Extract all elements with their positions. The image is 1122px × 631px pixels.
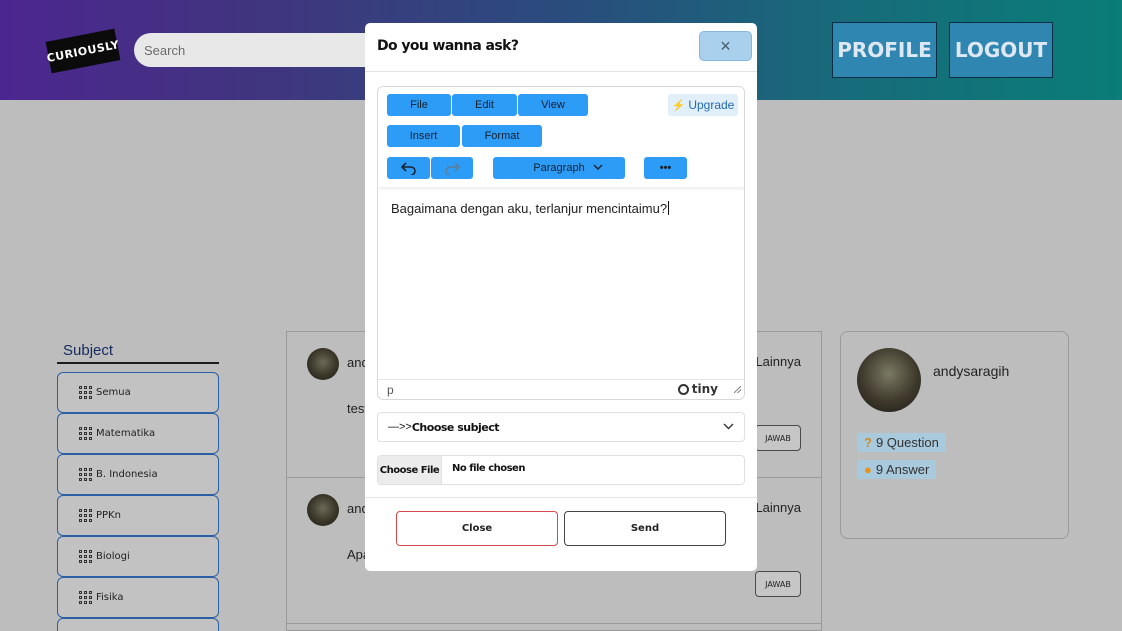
redo-icon [445, 162, 460, 175]
element-path[interactable]: p [387, 383, 394, 397]
file-status: No file chosen [452, 463, 525, 474]
undo-icon [400, 162, 416, 175]
speech-bubble-icon: ● [864, 462, 872, 477]
sidebar-item-label: Semua [96, 387, 131, 398]
sidebar-item-label: Biologi [96, 551, 130, 562]
answer-button[interactable]: JAWAB [755, 425, 801, 451]
upgrade-button[interactable]: ⚡ Upgrade [668, 94, 738, 116]
close-button[interactable]: Close [396, 511, 558, 546]
editor-statusbar: p tiny [378, 379, 744, 399]
ask-question-modal: Do you wanna ask? × File Edit View ⚡ Upg… [365, 23, 757, 571]
sidebar-item-label: Matematika [96, 428, 156, 439]
grid-icon [79, 591, 92, 604]
subject-select[interactable]: —>> Choose subject [377, 412, 745, 442]
answer-count: 9 Answer [875, 462, 930, 477]
tiny-brand-link[interactable]: tiny [677, 382, 718, 396]
question-category: Lainnya [755, 354, 801, 369]
answer-button[interactable]: JAWAB [755, 571, 801, 597]
profile-button[interactable]: PROFILE [832, 22, 937, 78]
sidebar-item-ppkn[interactable]: PPKn [57, 495, 219, 536]
subject-select-value: Choose subject [411, 420, 500, 434]
question-icon: ? [864, 435, 872, 450]
sidebar-item-biologi[interactable]: Biologi [57, 536, 219, 577]
block-format-select[interactable]: Paragraph [493, 157, 625, 179]
send-button[interactable]: Send [564, 511, 726, 546]
menu-file[interactable]: File [387, 94, 451, 116]
grid-icon [79, 386, 92, 399]
sidebar-item-label: Fisika [96, 592, 124, 603]
resize-handle-icon[interactable] [734, 386, 741, 393]
editor-content[interactable]: Bagaimana dengan aku, terlanjur mencinta… [391, 201, 670, 216]
chevron-down-icon [723, 423, 734, 430]
logout-button[interactable]: LOGOUT [949, 22, 1053, 78]
upgrade-label: Upgrade [688, 98, 735, 112]
grid-icon [79, 550, 92, 563]
avatar[interactable] [307, 348, 339, 380]
close-icon[interactable]: × [699, 31, 752, 61]
menu-edit[interactable]: Edit [452, 94, 517, 116]
subject-title: Subject [63, 342, 114, 359]
block-format-value: Paragraph [533, 162, 585, 174]
modal-title: Do you wanna ask? [377, 38, 519, 54]
divider [365, 497, 757, 498]
avatar[interactable] [307, 494, 339, 526]
lightning-icon: ⚡ [671, 99, 686, 112]
avatar[interactable] [857, 348, 921, 412]
editor-text: Bagaimana dengan aku, terlanjur mencinta… [391, 201, 668, 216]
grid-icon [79, 427, 92, 440]
logo[interactable]: CURIOUSLY [45, 28, 121, 74]
question-count-badge: ? 9 Question [857, 433, 946, 452]
file-upload-field[interactable]: Choose File No file chosen [377, 455, 745, 485]
chevron-down-icon [593, 164, 603, 170]
sidebar-item-fisika[interactable]: Fisika [57, 577, 219, 618]
sidebar-item-semua[interactable]: Semua [57, 372, 219, 413]
tiny-brand-label: tiny [691, 382, 718, 396]
menu-insert[interactable]: Insert [387, 125, 460, 147]
sidebar-item-matematika[interactable]: Matematika [57, 413, 219, 454]
answer-count-badge: ● 9 Answer [857, 460, 937, 479]
profile-username[interactable]: andysaragih [933, 363, 1009, 379]
search-input[interactable] [134, 33, 394, 67]
tiny-logo-icon [677, 383, 689, 395]
sidebar-item-more[interactable] [57, 618, 219, 631]
subject-divider [57, 362, 219, 364]
divider [365, 71, 757, 72]
more-options-button[interactable]: ••• [644, 157, 687, 179]
menu-format[interactable]: Format [462, 125, 542, 147]
profile-card: andysaragih ? 9 Question ● 9 Answer [840, 331, 1069, 539]
rich-text-editor: File Edit View ⚡ Upgrade Insert Format P… [377, 86, 745, 400]
grid-icon [79, 468, 92, 481]
sidebar-item-label: PPKn [96, 510, 121, 521]
text-caret [668, 201, 670, 215]
redo-button[interactable] [431, 157, 473, 179]
sidebar-item-b-indonesia[interactable]: B. Indonesia [57, 454, 219, 495]
question-count: 9 Question [875, 435, 939, 450]
editor-toolbar: File Edit View ⚡ Upgrade Insert Format P… [378, 87, 744, 187]
choose-file-button[interactable]: Choose File [378, 456, 442, 484]
menu-view[interactable]: View [518, 94, 588, 116]
question-category: Lainnya [755, 500, 801, 515]
grid-icon [79, 509, 92, 522]
sidebar-item-label: B. Indonesia [96, 469, 158, 480]
undo-button[interactable] [387, 157, 430, 179]
subject-select-prefix: —>> [388, 421, 412, 433]
